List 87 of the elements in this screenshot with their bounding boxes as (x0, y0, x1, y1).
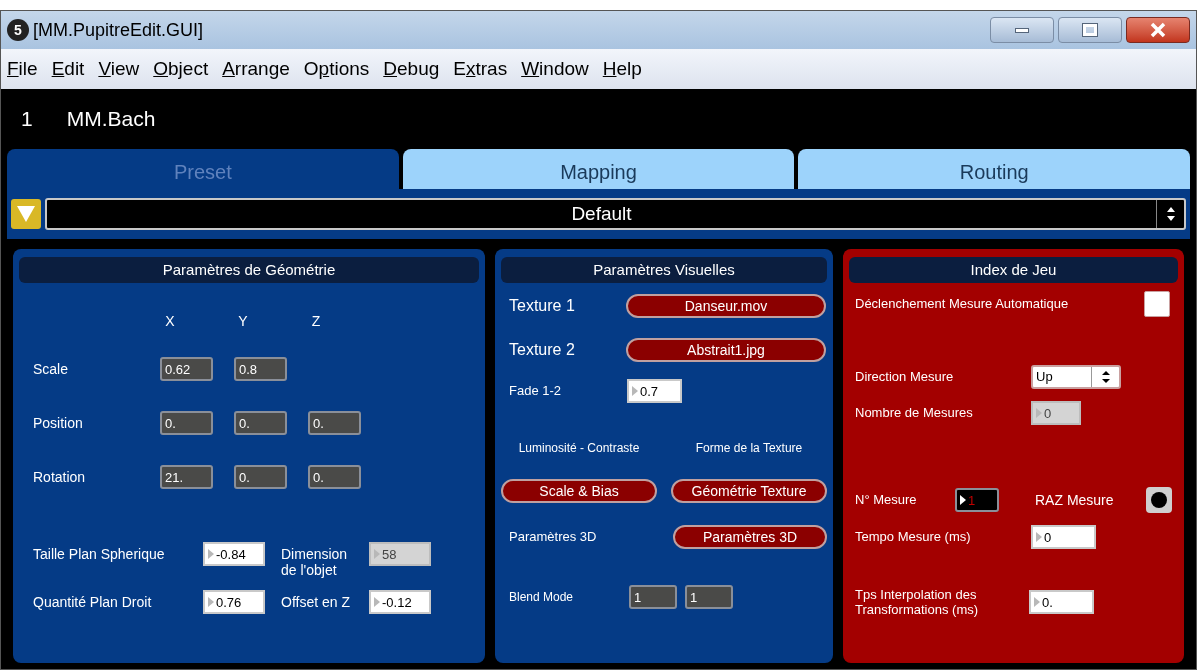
number-field[interactable]: 0.8 (234, 357, 287, 381)
row-label: Position (33, 413, 84, 433)
number-field[interactable]: 0. (160, 411, 213, 435)
group-label: Forme de la Texture (694, 440, 804, 457)
number-field[interactable]: 0.62 (160, 357, 213, 381)
triangle-icon (1036, 532, 1042, 542)
close-button[interactable] (1126, 17, 1190, 43)
menu-item[interactable]: Options (303, 54, 370, 84)
number-field[interactable]: 58 (369, 542, 431, 566)
number-field[interactable]: 0.76 (203, 590, 265, 614)
close-icon (1150, 22, 1166, 38)
field-label: Offset en Z (281, 593, 351, 610)
params-3d-label: Paramètres 3D (509, 528, 598, 547)
blend-label: Blend Mode (509, 589, 575, 606)
number-field[interactable]: -0.12 (369, 590, 431, 614)
menu-item[interactable]: Object (153, 54, 209, 84)
number-field[interactable]: 1 (629, 585, 677, 609)
direction-label: Direction Mesure (855, 368, 955, 387)
number-field[interactable]: 0.7 (627, 379, 682, 403)
fade-label: Fade 1-2 (509, 382, 563, 401)
reset-label: RAZ Mesure (1035, 490, 1115, 510)
file-button[interactable]: Danseur.mov (626, 294, 826, 318)
menu-item[interactable]: Window (521, 54, 589, 84)
triangle-icon (374, 597, 380, 607)
preset-toggle-button[interactable] (11, 199, 41, 229)
triangle-icon (632, 386, 638, 396)
field-label: Quantité Plan Droit (33, 593, 153, 610)
number-field[interactable]: 0 (1031, 525, 1096, 549)
number-field[interactable]: 1 (685, 585, 733, 609)
triangle-icon (1036, 408, 1042, 418)
menu-item[interactable]: Help (602, 54, 642, 84)
preset-dropdown[interactable]: Default (45, 198, 1186, 230)
menu-item[interactable]: Extras (453, 54, 508, 84)
panel-header: Paramètres Visuelles (501, 257, 827, 283)
number-field[interactable]: 0 (1031, 401, 1081, 425)
checkbox[interactable] (1144, 291, 1170, 317)
axis-label: Z (310, 312, 322, 331)
stepper-icon (1166, 206, 1175, 222)
triangle-icon (208, 549, 214, 559)
interpolation-label: Tps Interpolation des Transformations (ms) (855, 587, 980, 617)
direction-select[interactable]: Up (1031, 365, 1121, 389)
number-field[interactable]: 0. (234, 465, 287, 489)
field-label: Taille Plan Spherique (33, 545, 166, 562)
number-field[interactable]: 0. (1029, 590, 1094, 614)
triangle-down-icon (16, 205, 36, 223)
measure-label: N° Mesure (855, 491, 918, 510)
tab[interactable]: Mapping (402, 149, 795, 189)
texture-label: Texture 1 (509, 296, 576, 316)
triangle-icon (208, 597, 214, 607)
axis-label: Y (237, 312, 249, 331)
field-label: Dimension de l'objet (281, 545, 349, 578)
number-field[interactable]: 0. (234, 411, 287, 435)
minimize-button[interactable] (990, 17, 1054, 43)
reset-bang-button[interactable] (1146, 487, 1172, 513)
window-title: [MM.PupitreEdit.GUI] (33, 18, 204, 42)
menu-item[interactable]: Edit (51, 54, 85, 84)
patch-name: MM.Bach (66, 106, 156, 133)
menu-item[interactable]: Arrange (222, 54, 290, 84)
menu-item[interactable]: File (7, 54, 38, 84)
triangle-icon (374, 549, 380, 559)
axis-label: X (164, 312, 176, 331)
triangle-icon (1034, 597, 1040, 607)
count-label: Nombre de Mesures (855, 404, 974, 423)
texture-label: Texture 2 (509, 340, 576, 360)
number-field[interactable]: 0. (308, 465, 361, 489)
patch-number: 1 (21, 106, 33, 133)
menu-item[interactable]: View (98, 54, 140, 84)
file-button[interactable]: Scale & Bias (501, 479, 657, 503)
maximize-button[interactable] (1058, 17, 1122, 43)
panel-header: Paramètres de Géométrie (19, 257, 479, 283)
menu-item[interactable]: Debug (383, 54, 440, 84)
number-field[interactable]: -0.84 (203, 542, 265, 566)
file-button[interactable]: Abstrait1.jpg (626, 338, 826, 362)
panel-header: Index de Jeu (849, 257, 1178, 283)
auto-trigger-label: Déclenchement Mesure Automatique (855, 295, 1069, 314)
number-field[interactable]: 0. (308, 411, 361, 435)
group-label: Luminosité - Contraste (517, 440, 641, 457)
row-label: Rotation (33, 467, 87, 487)
tab[interactable]: Routing (798, 149, 1190, 189)
file-button[interactable]: Paramètres 3D (673, 525, 827, 549)
tempo-label: Tempo Mesure (ms) (855, 528, 972, 547)
file-button[interactable]: Géométrie Texture (671, 479, 827, 503)
app-badge: 5 (7, 19, 29, 41)
number-field[interactable]: 21. (160, 465, 213, 489)
stepper-icon (1101, 370, 1110, 384)
triangle-icon (960, 495, 966, 505)
row-label: Scale (33, 359, 70, 379)
